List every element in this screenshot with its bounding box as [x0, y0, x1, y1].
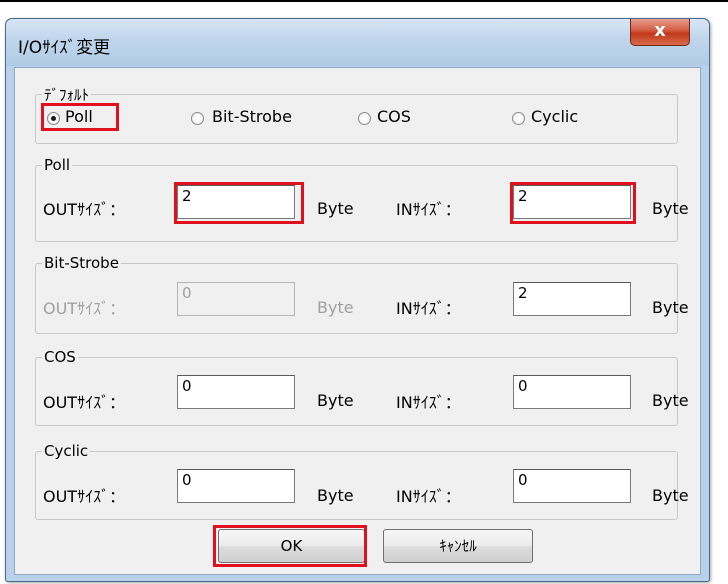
highlight-poll-in — [510, 182, 636, 224]
poll-out-size-label: OUTｻｲｽﾞ： — [43, 200, 126, 219]
default-group-legend: ﾃﾞﾌｫﾙﾄ — [44, 86, 90, 104]
highlight-ok-button — [213, 525, 367, 567]
bit-strobe-out-unit: Byte — [317, 298, 354, 317]
bit-strobe-group-legend: Bit-Strobe — [44, 254, 119, 272]
poll-in-size-label: INｻｲｽﾞ： — [396, 200, 461, 219]
cos-in-unit: Byte — [652, 391, 689, 410]
bit-strobe-in-unit: Byte — [652, 298, 689, 317]
cyclic-in-unit: Byte — [652, 486, 689, 505]
radio-cos-label[interactable]: COS — [377, 107, 411, 126]
cyclic-out-size-field[interactable]: 0 — [177, 469, 295, 503]
dialog-client-area: ﾃﾞﾌｫﾙﾄ Poll Bit-Strobe COS Cyclic Poll O… — [14, 67, 701, 575]
close-button[interactable]: x — [630, 19, 690, 46]
dialog-window: I/Oｻｲｽﾞ変更 x ﾃﾞﾌｫﾙﾄ Poll Bit-Strobe COS C… — [5, 18, 710, 582]
cos-in-size-field[interactable]: 0 — [513, 375, 631, 409]
cancel-button[interactable]: ｷｬﾝｾﾙ — [383, 529, 533, 563]
cos-out-size-field[interactable]: 0 — [177, 375, 295, 409]
cos-in-size-label: INｻｲｽﾞ： — [396, 393, 461, 412]
radio-cyclic-label[interactable]: Cyclic — [531, 107, 578, 126]
default-group: ﾃﾞﾌｫﾙﾄ — [35, 84, 678, 144]
bit-strobe-in-size-label: INｻｲｽﾞ： — [396, 299, 461, 318]
close-icon: x — [654, 20, 666, 41]
bit-strobe-out-size-field: 0 — [177, 282, 295, 316]
window-title: I/Oｻｲｽﾞ変更 — [18, 38, 111, 58]
cyclic-out-size-label: OUTｻｲｽﾞ： — [43, 487, 126, 506]
bit-strobe-in-size-field[interactable]: 2 — [513, 282, 631, 316]
cos-out-unit: Byte — [317, 391, 354, 410]
cyclic-in-size-field[interactable]: 0 — [513, 469, 631, 503]
poll-out-unit: Byte — [317, 199, 354, 218]
cyclic-out-unit: Byte — [317, 486, 354, 505]
bit-strobe-out-size-label: OUTｻｲｽﾞ： — [43, 299, 126, 318]
radio-bit-strobe-label[interactable]: Bit-Strobe — [212, 107, 292, 126]
poll-in-unit: Byte — [652, 199, 689, 218]
title-bar: I/Oｻｲｽﾞ変更 x — [6, 19, 709, 66]
radio-cos[interactable] — [358, 112, 371, 125]
highlight-poll-out — [174, 182, 304, 224]
highlight-poll-radio — [41, 103, 119, 131]
cyclic-in-size-label: INｻｲｽﾞ： — [396, 487, 461, 506]
cos-group-legend: COS — [44, 348, 76, 366]
top-rule — [0, 0, 728, 2]
radio-bit-strobe[interactable] — [191, 112, 204, 125]
poll-group-legend: Poll — [44, 156, 71, 174]
cos-out-size-label: OUTｻｲｽﾞ： — [43, 393, 126, 412]
radio-cyclic[interactable] — [512, 112, 525, 125]
cyclic-group-legend: Cyclic — [44, 442, 89, 460]
